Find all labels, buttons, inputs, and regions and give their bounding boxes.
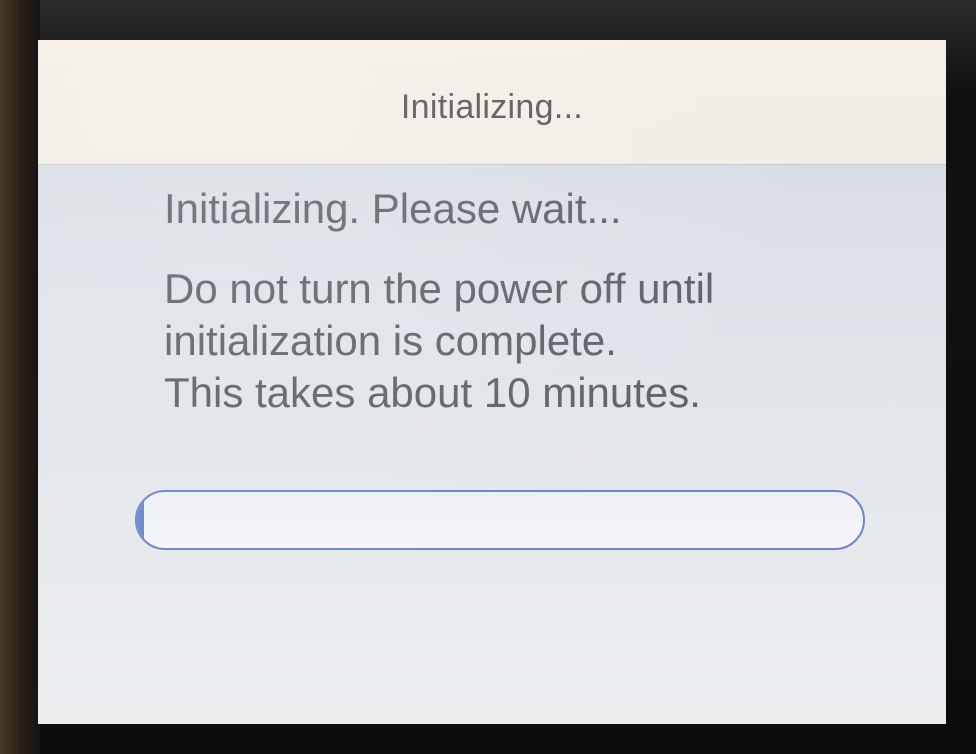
lcd-screen: Initializing... Initializing. Please wai… — [38, 40, 946, 724]
device-bezel — [0, 0, 40, 754]
dialog-title: Initializing... — [400, 87, 584, 126]
message-line-3: initialization is complete. — [164, 317, 617, 364]
message-line-1: Initializing. Please wait... — [164, 185, 622, 232]
message-line-2: Do not turn the power off until — [164, 265, 715, 312]
progress-bar — [135, 490, 865, 550]
dialog-title-bar: Initializing... — [38, 40, 946, 165]
message-line-4: This takes about 10 minutes. — [164, 369, 701, 416]
dialog-message: Initializing. Please wait... Do not turn… — [164, 183, 884, 419]
progress-fill — [137, 492, 145, 548]
device-photo: Initializing... Initializing. Please wai… — [0, 0, 976, 754]
